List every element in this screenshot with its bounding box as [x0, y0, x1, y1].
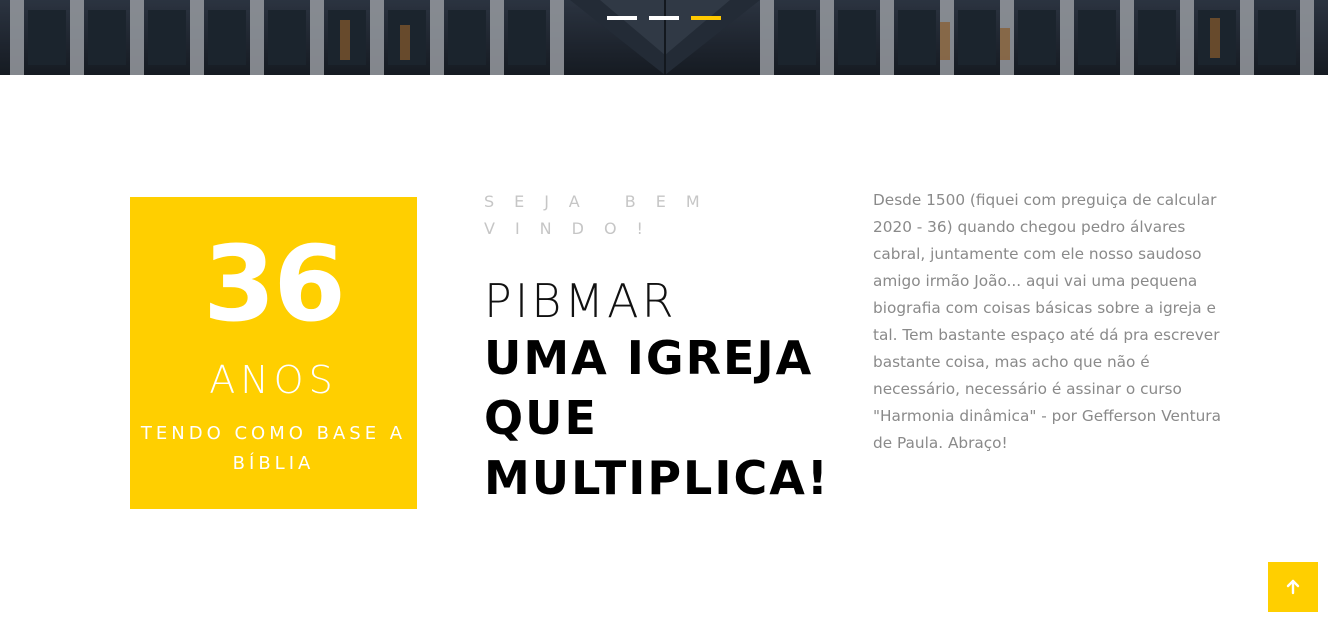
building-facade-image: [0, 0, 1328, 75]
years-unit: ANOS: [209, 358, 338, 402]
years-highlight-box: 36 ANOS TENDO COMO BASE A BÍBLIA: [130, 197, 417, 509]
hero-banner: [0, 0, 1328, 75]
slider-indicators: [607, 16, 721, 20]
years-number: 36: [203, 223, 346, 345]
slide-indicator-1[interactable]: [607, 16, 637, 20]
back-to-top-button[interactable]: [1268, 562, 1318, 612]
welcome-subtitle: SEJA BEM VINDO!: [484, 192, 720, 238]
slide-indicator-2[interactable]: [649, 16, 679, 20]
tagline-heading: UMA IGREJA QUE MULTIPLICA!: [484, 330, 830, 505]
welcome-section: SEJA BEM VINDO! PIBMAR UMA IGREJA QUE MU…: [484, 188, 844, 508]
arrow-up-icon: [1286, 579, 1300, 595]
about-paragraph: Desde 1500 (fiquei com preguiça de calcu…: [873, 191, 1221, 452]
slide-indicator-3[interactable]: [691, 16, 721, 20]
years-caption: TENDO COMO BASE A BÍBLIA: [140, 423, 407, 474]
brand-name: PIBMAR: [484, 274, 677, 328]
